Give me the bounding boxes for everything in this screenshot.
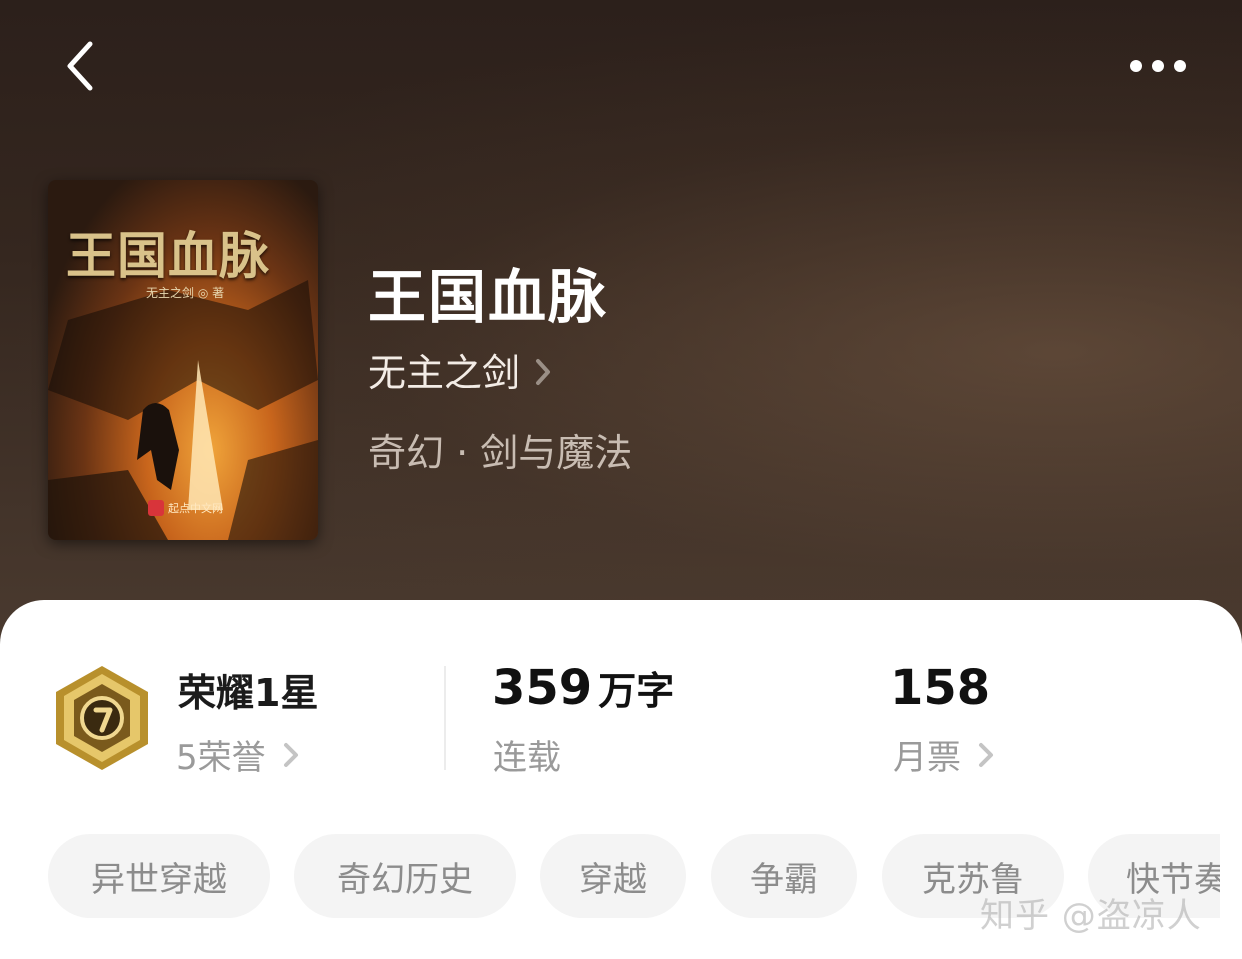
cover-publisher-label: 起点中文网 bbox=[168, 502, 223, 515]
author-name: 无主之剑 bbox=[368, 351, 521, 395]
honor-level: 荣耀1星 bbox=[178, 671, 319, 715]
cover-publisher: 起点中文网 bbox=[148, 500, 223, 516]
honor-link[interactable]: 5荣誉 bbox=[176, 730, 304, 779]
cover-title: 王国血脉 bbox=[66, 226, 270, 285]
tag-item[interactable]: 穿越 bbox=[540, 834, 686, 918]
more-dots-icon bbox=[1130, 60, 1186, 72]
back-button[interactable] bbox=[58, 36, 106, 96]
book-cover[interactable]: 王国血脉 无主之剑 ◎ 著 起点中文网 bbox=[48, 180, 318, 540]
monthly-tickets-label: 月票 bbox=[893, 738, 961, 778]
chevron-right-icon bbox=[283, 742, 298, 767]
cover-author: 无主之剑 ◎ 著 bbox=[146, 286, 225, 300]
author-link[interactable]: 无主之剑 bbox=[368, 342, 552, 397]
chevron-right-icon bbox=[979, 742, 993, 767]
word-count-unit: 万字 bbox=[598, 669, 675, 713]
back-arrow-icon bbox=[67, 41, 93, 91]
monthly-tickets-value: 158 bbox=[890, 660, 991, 716]
stats-divider bbox=[444, 666, 446, 770]
chevron-right-icon bbox=[536, 358, 551, 385]
tag-item[interactable]: 异世穿越 bbox=[48, 834, 270, 918]
honor-count: 5荣誉 bbox=[176, 738, 266, 778]
word-count-value: 359 bbox=[492, 660, 593, 716]
book-title: 王国血脉 bbox=[368, 263, 609, 331]
serial-status: 连载 bbox=[493, 738, 561, 778]
book-genre: 奇幻 · 剑与魔法 bbox=[368, 431, 633, 475]
book-header: 王国血脉 无主之剑 ◎ 著 起点中文网 王国血脉 无主之剑 奇幻 · 剑与魔法 bbox=[0, 0, 1242, 640]
more-button[interactable] bbox=[1122, 44, 1194, 88]
word-count: 359 万字 bbox=[492, 660, 674, 716]
publisher-logo-icon bbox=[148, 500, 164, 516]
monthly-tickets-link[interactable]: 月票 bbox=[893, 730, 999, 779]
watermark: 知乎 @盗凉人 bbox=[980, 896, 1202, 936]
tag-item[interactable]: 奇幻历史 bbox=[294, 834, 516, 918]
honor-medal-icon bbox=[56, 666, 148, 770]
tag-item[interactable]: 争霸 bbox=[711, 834, 857, 918]
